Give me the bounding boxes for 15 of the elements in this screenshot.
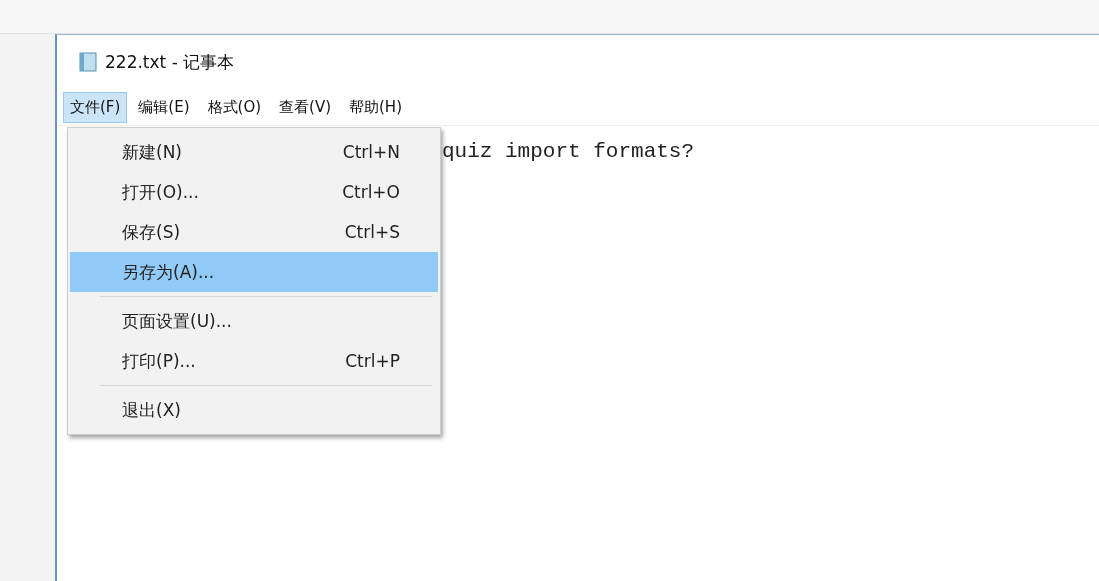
menu-item[interactable]: 另存为(A)... [70,252,438,292]
menu-item[interactable]: 保存(S) Ctrl+S [70,212,438,252]
menu-bar-item[interactable]: 编辑(E) [131,91,197,123]
menu-bar-item[interactable]: 帮助(H) [342,91,409,123]
menu-item[interactable]: 页面设置(U)... [70,301,438,341]
menu-item[interactable]: 退出(X) [70,390,438,430]
menu-item[interactable]: 打印(P)... Ctrl+P [70,341,438,381]
menu-item[interactable]: 打开(O)... Ctrl+O [70,172,438,212]
menu-bar-item[interactable]: 查看(V) [272,91,338,123]
menu-bar-item[interactable]: 文件(F) [63,91,128,123]
window-title: 222.txt - 记事本 [105,50,235,74]
notepad-icon [79,52,97,72]
menu-item[interactable]: 新建(N) Ctrl+N [70,132,438,172]
editor-text: quiz import formats? [442,140,695,163]
menu-bar-item[interactable]: 格式(O) [200,91,269,123]
